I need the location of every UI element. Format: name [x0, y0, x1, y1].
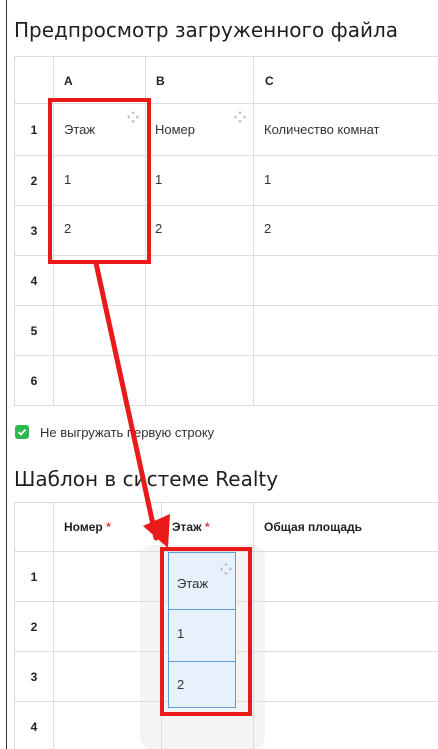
arrow-icon [93, 260, 170, 548]
